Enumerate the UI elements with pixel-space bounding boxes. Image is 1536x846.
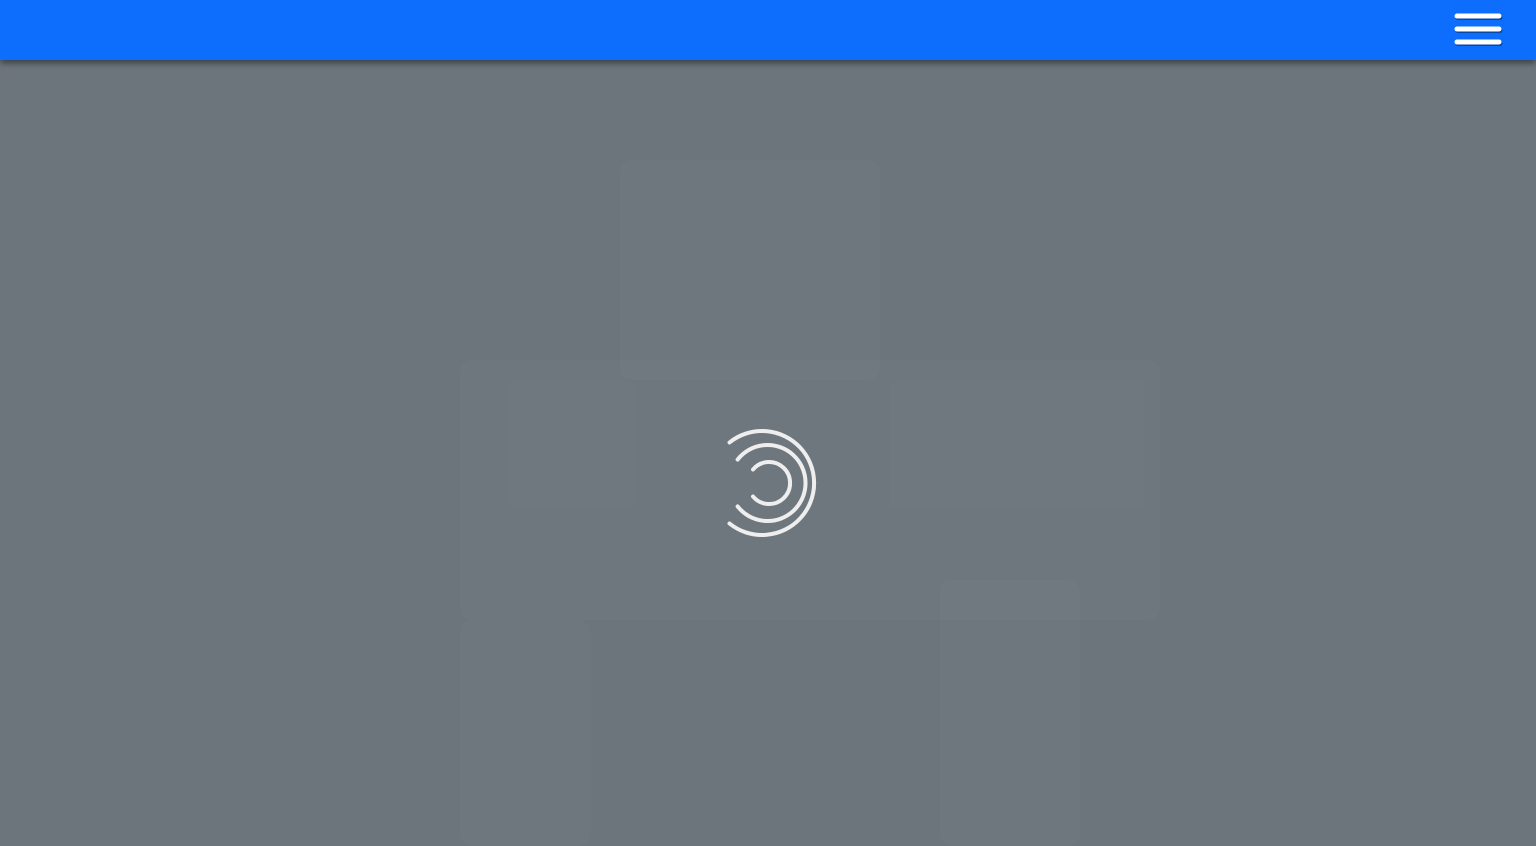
background-panel (460, 620, 590, 846)
menu-toggle-button[interactable] (1452, 10, 1506, 50)
loading-spinner-icon (718, 418, 834, 548)
hamburger-menu-icon (1454, 11, 1504, 49)
top-navbar (0, 0, 1536, 60)
background-panel (620, 160, 880, 380)
background-panel (940, 580, 1080, 846)
loading-overlay (0, 60, 1536, 846)
